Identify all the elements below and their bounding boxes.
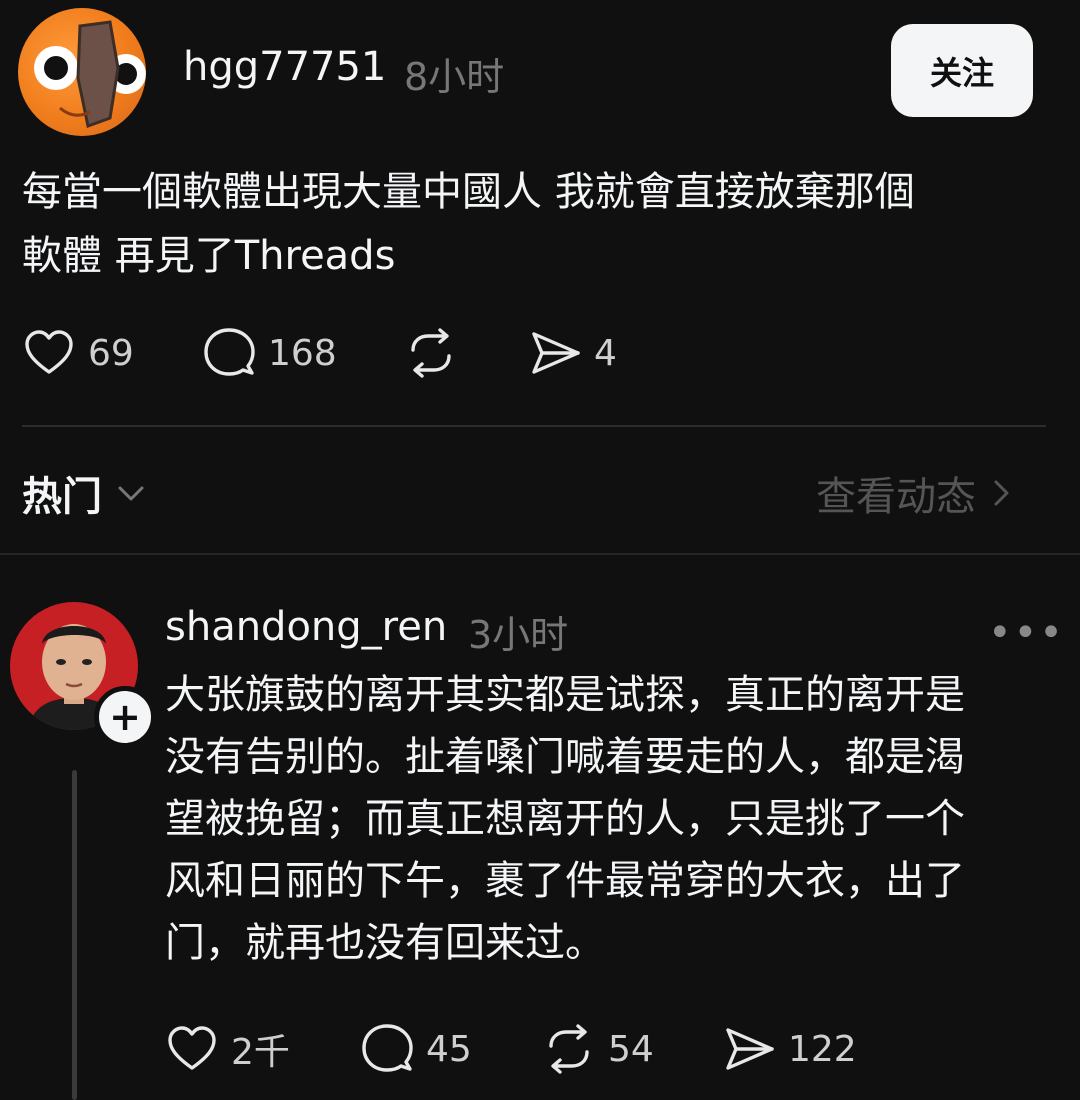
- reply-text-line-5: 门，就再也没有回来过。: [165, 920, 605, 966]
- post-text-line-2: 軟體 再見了Threads: [22, 233, 396, 279]
- reply-text-line-2: 没有告别的。扯着嗓门喊着要走的人，都是渴: [165, 734, 965, 780]
- comment-icon: [362, 1024, 413, 1072]
- more-options-icon[interactable]: •••: [988, 610, 1065, 656]
- share-button[interactable]: 4: [528, 326, 617, 380]
- reply-like-button[interactable]: 2千: [165, 1022, 290, 1076]
- reply-text-line-3: 望被挽留；而真正想离开的人，只是挑了一个: [165, 796, 965, 842]
- send-icon: [532, 332, 580, 374]
- sort-dropdown[interactable]: 热门: [22, 464, 148, 522]
- comment-button[interactable]: 168: [202, 326, 337, 380]
- sort-label: 热门: [22, 474, 102, 520]
- reply-time: 3小时: [468, 613, 569, 657]
- view-activity-link[interactable]: 查看动态: [816, 464, 1016, 522]
- reply-comment-button[interactable]: 45: [360, 1022, 472, 1076]
- follow-button[interactable]: 关注: [891, 24, 1033, 117]
- post-time: 8小时: [404, 55, 505, 99]
- reply-repost-count: 54: [608, 1028, 654, 1070]
- reply-text-line-1: 大张旗鼓的离开其实都是试探，真正的离开是: [165, 672, 965, 718]
- post-text-line-1: 每當一個軟體出現大量中國人 我就會直接放棄那個: [22, 169, 915, 215]
- repost-button[interactable]: [404, 326, 458, 380]
- repost-icon: [549, 1024, 589, 1074]
- comment-icon: [204, 328, 255, 376]
- avatar[interactable]: [18, 8, 146, 136]
- reply-share-count: 122: [788, 1028, 857, 1070]
- reply-text-line-4: 风和日丽的下午，裹了件最常穿的大衣，出了: [165, 858, 965, 904]
- follow-plus-button[interactable]: +: [94, 686, 156, 748]
- thread-line: [72, 770, 77, 1100]
- comment-count: 168: [268, 332, 337, 374]
- chevron-right-icon: [994, 480, 1009, 506]
- like-count: 69: [88, 332, 134, 374]
- repost-icon: [411, 328, 451, 378]
- reply-comment-count: 45: [426, 1028, 472, 1070]
- heart-icon: [168, 1026, 216, 1070]
- section-divider: [0, 553, 1080, 555]
- heart-icon: [25, 330, 73, 374]
- view-activity-label: 查看动态: [816, 474, 976, 520]
- like-button[interactable]: 69: [22, 326, 134, 380]
- chevron-down-icon: [118, 486, 144, 501]
- reply-username[interactable]: shandong_ren: [165, 604, 447, 650]
- share-count: 4: [594, 332, 617, 374]
- username[interactable]: hgg77751: [183, 44, 386, 90]
- reply-repost-button[interactable]: 54: [542, 1022, 654, 1076]
- send-icon: [726, 1028, 774, 1070]
- plus-icon: +: [109, 695, 141, 739]
- divider: [22, 425, 1046, 427]
- reply-like-count: 2千: [231, 1032, 290, 1073]
- reply-share-button[interactable]: 122: [722, 1022, 857, 1076]
